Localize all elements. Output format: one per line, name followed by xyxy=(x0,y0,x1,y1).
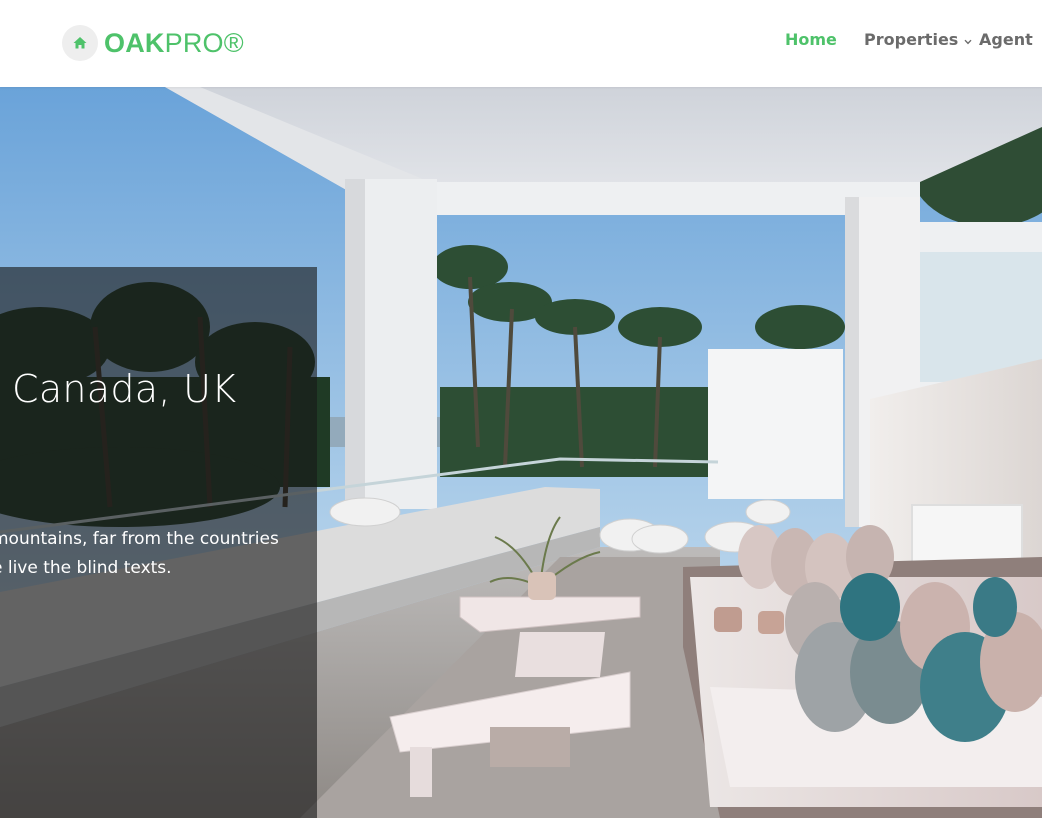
brand-name-bold: OAK xyxy=(104,27,165,58)
brand-name-light: PRO® xyxy=(164,27,244,58)
brand-logo[interactable]: OAKPRO® xyxy=(62,24,244,62)
nav-item-label: Home xyxy=(785,29,837,49)
hero-description: mountains, far from the countries e live… xyxy=(0,525,322,583)
site-header: OAKPRO® Home Properties Agent xyxy=(0,0,1042,87)
nav-item-label: Agent xyxy=(979,29,1033,49)
hero-title: Canada, UK xyxy=(12,367,237,411)
hero-description-line: e live the blind texts. xyxy=(0,558,172,578)
brand-name: OAKPRO® xyxy=(104,27,244,58)
hero-description-line: mountains, far from the countries xyxy=(0,529,279,549)
chevron-down-icon xyxy=(964,30,972,49)
hero-slider: Canada, UK mountains, far from the count… xyxy=(0,87,1042,818)
home-icon xyxy=(62,25,98,61)
hero-caption: Canada, UK mountains, far from the count… xyxy=(0,267,317,818)
nav-item-home[interactable]: Home xyxy=(785,30,837,49)
nav-item-agent[interactable]: Agent xyxy=(979,30,1033,49)
nav-item-properties[interactable]: Properties xyxy=(864,30,972,49)
nav-item-label: Properties xyxy=(864,29,959,49)
